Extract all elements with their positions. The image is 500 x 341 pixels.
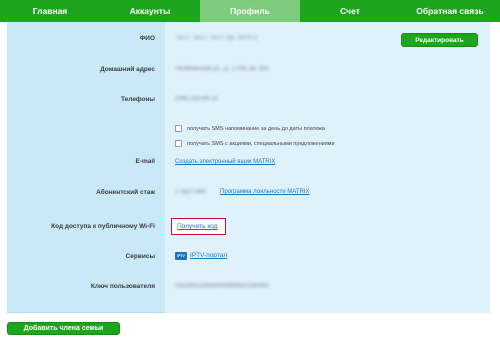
tenure-label: Абонентский стаж	[96, 189, 155, 196]
nav-accounts[interactable]: Аккаунты	[100, 0, 200, 22]
iptv-portal-link[interactable]: IPTV-портал	[190, 252, 227, 259]
top-navigation: Главная Аккаунты Профиль Счет Обратная с…	[0, 0, 500, 22]
add-family-member-button[interactable]: Добавить члена семьи	[7, 322, 120, 335]
email-label: E-mail	[135, 158, 155, 165]
nav-billing[interactable]: Счет	[300, 0, 400, 22]
fio-label: ФИО	[139, 35, 155, 42]
profile-panel: ФИО ТЕСТ ТЕСТ ТЕСТ (гр. 1979 г.) Редакти…	[7, 22, 490, 313]
sms-promo-option[interactable]: получать SMS с акциями, специальными пре…	[175, 140, 335, 147]
edit-button[interactable]: Редактировать	[401, 33, 478, 47]
loyalty-program-link[interactable]: Программа лояльности MATRIX	[220, 189, 310, 195]
iptv-icon: IPTV	[175, 252, 187, 260]
address-value: Челябинская ул., д. 17/44, кв. 856	[175, 66, 269, 72]
fio-value: ТЕСТ ТЕСТ ТЕСТ (гр. 1979 г.)	[175, 35, 258, 41]
sms-payment-label: получать SMS напоминание за день до даты…	[187, 125, 325, 132]
wifi-label: Код доступа к публичному Wi-Fi	[51, 223, 155, 230]
phones-value: (066) 555-66-22	[175, 96, 219, 102]
nav-main[interactable]: Главная	[0, 0, 100, 22]
sms-promo-checkbox[interactable]	[175, 140, 182, 147]
user-key-label: Ключ пользователя	[90, 283, 155, 290]
sms-payment-option[interactable]: получать SMS напоминание за день до даты…	[175, 125, 325, 132]
nav-feedback[interactable]: Обратная связь	[400, 0, 500, 22]
services-label: Сервисы	[125, 253, 155, 260]
tenure-value: 1 год 5 мес.	[175, 189, 208, 195]
user-key-value: f1b2a9ecu4bea0f0d4b6a5c0ae99f1	[175, 283, 270, 289]
sms-payment-checkbox[interactable]	[175, 125, 182, 132]
create-email-link[interactable]: Создать электронный ящик MATRIX	[175, 159, 275, 165]
sms-promo-label: получать SMS с акциями, специальными пре…	[187, 140, 335, 147]
get-wifi-code-link[interactable]: Получить код	[177, 223, 218, 230]
phones-label: Телефоны	[121, 96, 155, 103]
address-label: Домашний адрес	[100, 66, 155, 73]
nav-profile[interactable]: Профиль	[200, 0, 300, 22]
